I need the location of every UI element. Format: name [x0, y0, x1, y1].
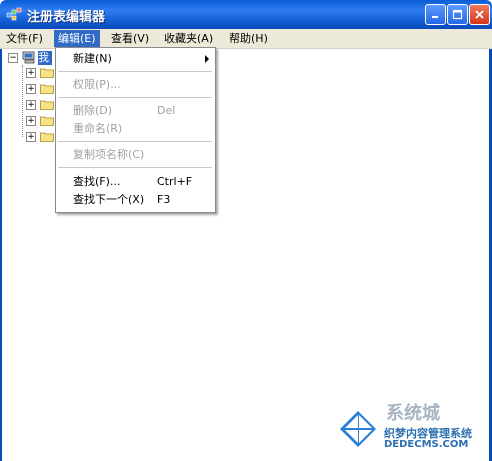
close-icon — [475, 10, 484, 19]
menu-item-find-next[interactable]: 查找下一个(X) F3 — [56, 191, 215, 209]
menu-item-delete[interactable]: 删除(D) Del — [56, 102, 215, 120]
edit-menu-dropdown: 新建(N) 权限(P)... 删除(D) Del 重命名(R) 复制项名称(C)… — [55, 47, 216, 213]
watermark-line2: DEDECMS.COM — [384, 439, 469, 450]
folder-icon — [40, 100, 54, 110]
menu-separator — [58, 71, 212, 72]
menu-help[interactable]: 帮助(H) — [225, 30, 272, 47]
tree-root-label[interactable]: 我 — [38, 51, 52, 65]
menu-favorites[interactable]: 收藏夹(A) — [160, 30, 217, 47]
submenu-arrow-icon — [205, 55, 209, 63]
menu-file[interactable]: 文件(F) — [2, 30, 47, 47]
menu-item-new[interactable]: 新建(N) — [56, 50, 215, 68]
window-title: 注册表编辑器 — [27, 10, 106, 25]
computer-icon — [22, 51, 35, 64]
folder-icon — [40, 116, 54, 126]
menu-separator — [58, 141, 212, 142]
folder-icon — [40, 132, 54, 142]
folder-icon — [40, 68, 54, 78]
menu-item-copy-key-name[interactable]: 复制项名称(C) — [56, 146, 215, 164]
windows-logo-icon — [340, 411, 376, 447]
menu-separator — [58, 167, 212, 168]
registry-editor-icon — [6, 7, 22, 21]
menu-view[interactable]: 查看(V) — [107, 30, 153, 47]
watermark-brand: 系统城 — [386, 403, 440, 424]
minimize-button[interactable] — [425, 4, 446, 25]
watermark: 系统城 织梦内容管理系统 DEDECMS.COM — [338, 399, 488, 459]
maximize-icon — [452, 9, 463, 20]
tree-node-expander[interactable]: + — [26, 116, 36, 126]
tree-connector — [22, 65, 23, 137]
menu-item-find[interactable]: 查找(F)... Ctrl+F — [56, 173, 215, 191]
menu-separator — [58, 97, 212, 98]
root-collapse-toggle[interactable]: − — [8, 53, 18, 63]
tree-node-expander[interactable]: + — [26, 132, 36, 142]
folder-icon — [40, 84, 54, 94]
close-button[interactable] — [469, 4, 490, 25]
menu-item-rename[interactable]: 重命名(R) — [56, 120, 215, 138]
tree-node-expander[interactable]: + — [26, 100, 36, 110]
maximize-button[interactable] — [447, 4, 468, 25]
minimize-icon — [432, 16, 438, 18]
menu-item-permissions[interactable]: 权限(P)... — [56, 76, 215, 94]
tree-node-expander[interactable]: + — [26, 84, 36, 94]
tree-node-expander[interactable]: + — [26, 68, 36, 78]
menu-bar: 文件(F) 编辑(E) 查看(V) 收藏夹(A) 帮助(H) — [0, 29, 492, 49]
title-bar: 注册表编辑器 — [0, 0, 492, 29]
menu-edit[interactable]: 编辑(E) — [54, 30, 100, 47]
